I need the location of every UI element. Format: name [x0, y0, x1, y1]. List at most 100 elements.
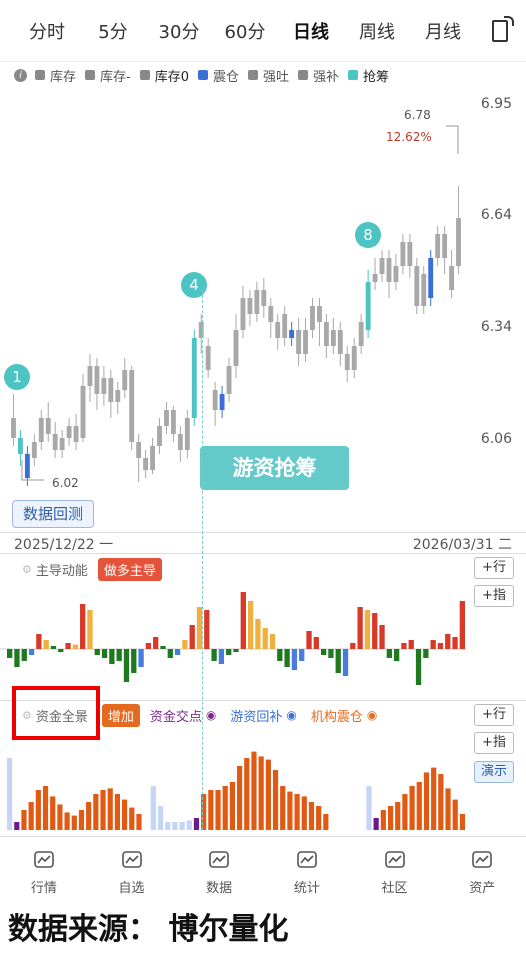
capital-bar [28, 802, 34, 830]
monitor-chart-icon [206, 847, 232, 873]
momentum-bar [145, 643, 152, 649]
nav-item-4[interactable]: 社区 [351, 837, 439, 900]
momentum-bar [328, 649, 334, 658]
bar-chart-icon [31, 847, 57, 873]
add-indicator-button[interactable]: +指 [474, 732, 514, 754]
momentum-chart [0, 592, 466, 685]
signal-marker[interactable]: 1 [4, 364, 30, 390]
nav-item-3[interactable]: 统计 [263, 837, 351, 900]
capital-bar [423, 772, 430, 830]
tab-1[interactable]: 5分 [80, 18, 146, 44]
capital-bar [186, 820, 192, 830]
candle [275, 314, 281, 350]
momentum-bar [211, 649, 217, 661]
candle [435, 226, 441, 266]
capital-chart [7, 751, 465, 830]
candle [143, 450, 149, 478]
capital-bar [237, 766, 243, 830]
capital-bar [165, 822, 171, 830]
signal-banner[interactable]: 游资抢筹 [200, 446, 349, 490]
tab-6[interactable]: 月线 [410, 18, 476, 44]
momentum-bar [116, 649, 122, 661]
momentum-bar [50, 646, 57, 649]
candle [87, 354, 93, 402]
demo-button[interactable]: 演示 [474, 761, 514, 783]
add-row-button[interactable]: +行 [474, 704, 514, 726]
candle [358, 314, 364, 354]
gear-icon[interactable]: ⚙ [22, 563, 32, 576]
momentum-bar [423, 649, 429, 658]
candle [303, 318, 308, 362]
capital-bar [294, 794, 300, 830]
momentum-bar [393, 649, 400, 661]
candle [379, 250, 385, 282]
candle [421, 266, 427, 314]
nav-item-5[interactable]: 资产 [438, 837, 526, 900]
signal-marker[interactable]: 8 [355, 222, 381, 248]
capital-bar [373, 818, 379, 830]
legend-item[interactable]: 抢筹 [348, 66, 389, 85]
capital-bar [193, 818, 200, 830]
momentum-bar [153, 637, 159, 649]
candle [191, 330, 197, 426]
momentum-bar [87, 610, 93, 649]
capital-bar [64, 812, 70, 830]
candle [122, 358, 128, 398]
nav-item-1[interactable]: 自选 [88, 837, 176, 900]
momentum-bar [14, 649, 20, 667]
capital-bar [86, 802, 92, 830]
tab-5[interactable]: 周线 [344, 18, 410, 44]
candle [150, 438, 155, 474]
nav-item-0[interactable]: 行情 [0, 837, 88, 900]
candle [66, 418, 72, 446]
candle [212, 382, 218, 426]
capital-bar [100, 790, 106, 830]
momentum-bar [335, 649, 341, 673]
legend-item[interactable]: 库存0 [139, 66, 189, 85]
candle [365, 270, 371, 338]
gear-icon[interactable]: ⚙ [22, 709, 32, 722]
y-axis-label: 6.06 [480, 431, 512, 447]
tab-4[interactable]: 日线 [278, 18, 344, 44]
momentum-bar [277, 649, 283, 661]
capital-bar [122, 799, 128, 830]
legend-swatch [35, 70, 45, 80]
momentum-bar [350, 643, 356, 649]
rotate-screen-icon[interactable] [492, 16, 514, 42]
legend-item[interactable]: 库存 [35, 66, 76, 85]
capital-bar [179, 822, 185, 830]
capital-bar [208, 790, 214, 830]
signal-marker[interactable]: 4 [181, 272, 207, 298]
tab-0[interactable]: 分时 [14, 18, 80, 44]
capital-bar [416, 782, 422, 830]
radio-icon[interactable]: ◉ [286, 708, 296, 722]
add-indicator-button[interactable]: +指 [474, 585, 514, 607]
annotation-leader [446, 125, 459, 154]
legend-item[interactable]: 震仓 [198, 66, 239, 85]
capital-bar [35, 790, 41, 830]
nav-label: 行情 [30, 881, 57, 896]
info-icon[interactable]: i [14, 68, 27, 82]
candle [59, 430, 65, 458]
candle [177, 426, 183, 462]
high-pct-annotation: 12.62% [386, 130, 432, 144]
capital-bar [265, 759, 271, 830]
capital-bar [14, 822, 20, 830]
candle [38, 410, 44, 450]
backtest-button[interactable]: 数据回测 [12, 500, 94, 528]
legend-item[interactable]: 强吐 [248, 66, 289, 85]
capital-bar [366, 786, 372, 830]
candle [407, 234, 413, 278]
add-row-button[interactable]: +行 [474, 557, 514, 579]
capital-bar [301, 796, 307, 830]
nav-label: 资产 [469, 881, 496, 896]
tab-3[interactable]: 60分 [212, 18, 278, 44]
momentum-bar [284, 649, 290, 667]
legend-item[interactable]: 库存- [85, 66, 131, 85]
legend-swatch [198, 70, 208, 80]
tab-2[interactable]: 30分 [146, 18, 212, 44]
nav-item-2[interactable]: 数据 [175, 837, 263, 900]
radio-icon[interactable]: ◉ [367, 708, 377, 722]
legend-item[interactable]: 强补 [298, 66, 339, 85]
radio-icon[interactable]: ◉ [206, 708, 216, 722]
